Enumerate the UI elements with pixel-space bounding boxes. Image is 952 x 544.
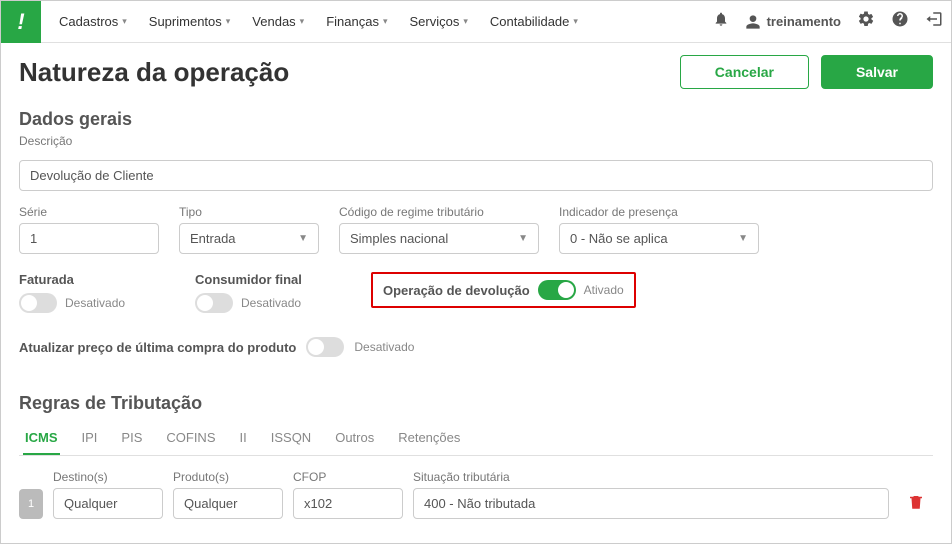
app-logo[interactable]: ! (1, 1, 41, 43)
toggle-consumidor[interactable] (195, 293, 233, 313)
section-regras: Regras de Tributação (19, 393, 933, 414)
select-indicador[interactable]: 0 - Não se aplica▼ (559, 223, 759, 254)
label-devolucao: Operação de devolução (383, 283, 530, 298)
state-devolucao: Ativado (584, 283, 624, 297)
table-row: 1 Qualquer Qualquer x102 400 - Não tribu… (19, 488, 933, 519)
label-indicador: Indicador de presença (559, 205, 759, 219)
cell-situacao[interactable]: 400 - Não tributada (413, 488, 889, 519)
section-general: Dados gerais (19, 109, 933, 130)
bell-icon[interactable] (713, 11, 729, 32)
chevron-down-icon: ▾ (300, 16, 305, 27)
menu-cadastros[interactable]: Cadastros▾ (49, 8, 137, 35)
menu-contabilidade[interactable]: Contabilidade▾ (480, 8, 588, 35)
caret-down-icon: ▼ (518, 233, 528, 244)
tax-tabs: ICMS IPI PIS COFINS II ISSQN Outros Rete… (19, 422, 933, 456)
menu-suprimentos[interactable]: Suprimentos▾ (139, 8, 241, 35)
state-faturada: Desativado (65, 296, 125, 310)
select-regime[interactable]: Simples nacional▼ (339, 223, 539, 254)
caret-down-icon: ▼ (738, 233, 748, 244)
chevron-down-icon: ▾ (226, 16, 231, 27)
menu-servicos[interactable]: Serviços▾ (399, 8, 477, 35)
cell-produto[interactable]: Qualquer (173, 488, 283, 519)
input-serie[interactable] (19, 223, 159, 254)
tab-retencoes[interactable]: Retenções (396, 422, 462, 455)
cancel-button[interactable]: Cancelar (680, 55, 809, 89)
tab-outros[interactable]: Outros (333, 422, 376, 455)
chevron-down-icon: ▾ (122, 16, 127, 27)
tab-cofins[interactable]: COFINS (164, 422, 217, 455)
menu-financas[interactable]: Finanças▾ (316, 8, 397, 35)
tab-ii[interactable]: II (238, 422, 249, 455)
trash-icon (907, 493, 925, 511)
label-serie: Série (19, 205, 159, 219)
input-descricao[interactable] (19, 160, 933, 191)
cell-destino[interactable]: Qualquer (53, 488, 163, 519)
chevron-down-icon: ▾ (383, 16, 388, 27)
user-icon (745, 14, 761, 30)
help-icon[interactable] (891, 10, 909, 33)
delete-row-button[interactable] (899, 493, 933, 514)
select-tipo[interactable]: Entrada▼ (179, 223, 319, 254)
tab-ipi[interactable]: IPI (80, 422, 100, 455)
toggle-faturada[interactable] (19, 293, 57, 313)
menu-vendas[interactable]: Vendas▾ (242, 8, 314, 35)
label-regime: Código de regime tributário (339, 205, 539, 219)
highlight-devolucao: Operação de devolução Ativado (371, 272, 636, 308)
th-cfop: CFOP (293, 470, 403, 484)
page-title: Natureza da operação (19, 57, 289, 88)
label-update-price: Atualizar preço de última compra do prod… (19, 340, 296, 355)
user-menu[interactable]: treinamento (745, 14, 841, 30)
label-tipo: Tipo (179, 205, 319, 219)
th-situacao: Situação tributária (413, 470, 933, 484)
chevron-down-icon: ▾ (463, 16, 468, 27)
label-faturada: Faturada (19, 272, 159, 287)
label-descricao: Descrição (19, 134, 933, 148)
row-handle[interactable]: 1 (19, 489, 43, 519)
th-produto: Produto(s) (173, 470, 283, 484)
tab-icms[interactable]: ICMS (23, 422, 60, 455)
state-consumidor: Desativado (241, 296, 301, 310)
th-destino: Destino(s) (53, 470, 163, 484)
cell-cfop[interactable]: x102 (293, 488, 403, 519)
gear-icon[interactable] (857, 10, 875, 33)
main-menu: Cadastros▾ Suprimentos▾ Vendas▾ Finanças… (49, 8, 713, 35)
tab-pis[interactable]: PIS (119, 422, 144, 455)
tab-issqn[interactable]: ISSQN (269, 422, 313, 455)
state-update-price: Desativado (354, 340, 414, 354)
user-name: treinamento (767, 14, 841, 29)
topbar: ! Cadastros▾ Suprimentos▾ Vendas▾ Finanç… (1, 1, 951, 43)
label-consumidor: Consumidor final (195, 272, 335, 287)
chevron-down-icon: ▾ (573, 16, 578, 27)
toggle-update-price[interactable] (306, 337, 344, 357)
logout-icon[interactable] (925, 10, 943, 33)
toggle-devolucao[interactable] (538, 280, 576, 300)
caret-down-icon: ▼ (298, 233, 308, 244)
save-button[interactable]: Salvar (821, 55, 933, 89)
